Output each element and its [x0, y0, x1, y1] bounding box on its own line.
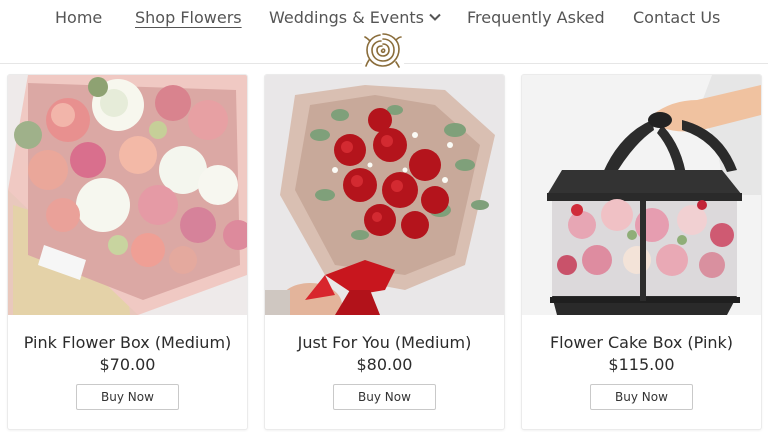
product-card[interactable]: Just For You (Medium) $80.00 Buy Now [265, 75, 504, 429]
product-title[interactable]: Flower Cake Box (Pink) [522, 333, 761, 352]
product-image[interactable] [8, 75, 247, 315]
nav-frequently-asked[interactable]: Frequently Asked [467, 8, 605, 27]
nav-weddings-events-label: Weddings & Events [269, 8, 424, 27]
buy-now-button[interactable]: Buy Now [333, 384, 436, 410]
product-card[interactable]: Pink Flower Box (Medium) $70.00 Buy Now [8, 75, 247, 429]
site-logo[interactable] [359, 28, 407, 76]
product-image[interactable] [265, 75, 504, 315]
buy-now-button[interactable]: Buy Now [590, 384, 693, 410]
product-price: $70.00 [99, 355, 156, 374]
product-card[interactable]: Flower Cake Box (Pink) $115.00 Buy Now [522, 75, 761, 429]
product-title[interactable]: Pink Flower Box (Medium) [8, 333, 247, 352]
product-title[interactable]: Just For You (Medium) [265, 333, 504, 352]
nav-weddings-events[interactable]: Weddings & Events [269, 8, 442, 27]
chevron-down-icon [429, 13, 441, 21]
buy-now-button[interactable]: Buy Now [76, 384, 179, 410]
nav-shop-flowers[interactable]: Shop Flowers [135, 8, 242, 27]
product-image[interactable] [522, 75, 761, 315]
rose-icon [364, 33, 402, 68]
product-price: $80.00 [356, 355, 413, 374]
nav-home[interactable]: Home [55, 8, 102, 27]
product-price: $115.00 [608, 355, 675, 374]
nav-contact-us[interactable]: Contact Us [633, 8, 720, 27]
